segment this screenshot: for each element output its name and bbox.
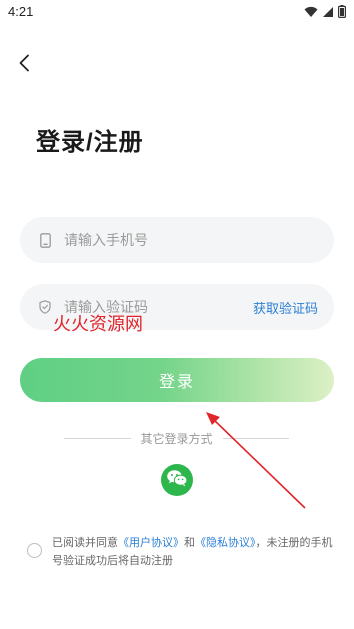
user-agreement-link[interactable]: 《用户协议》 xyxy=(118,537,184,549)
shield-icon xyxy=(38,299,52,315)
divider-line-right xyxy=(222,437,290,439)
other-login-label: 其它登录方式 xyxy=(140,431,213,446)
phone-icon xyxy=(38,232,52,248)
back-chevron-icon xyxy=(18,54,30,77)
login-button[interactable]: 登录 xyxy=(20,358,334,402)
privacy-policy-link[interactable]: 《隐私协议》 xyxy=(195,537,256,549)
agreement-checkbox[interactable] xyxy=(27,543,42,558)
divider-line-left xyxy=(64,437,131,439)
agreement-and: 和 xyxy=(184,537,195,549)
get-code-button[interactable]: 获取验证码 xyxy=(253,298,318,317)
page-title: 登录/注册 xyxy=(36,129,144,156)
agreement-text: 已阅读并同意《用户协议》和《隐私协议》，未注册的手机号验证成功后将自动注册 xyxy=(52,534,342,570)
watermark-text: 火火资源网 xyxy=(53,314,143,335)
status-time: 4:21 xyxy=(8,4,34,19)
other-login-divider: 其它登录方式 xyxy=(64,430,290,446)
battery-icon xyxy=(338,5,347,23)
status-bar: 4:21 xyxy=(0,0,354,26)
status-icons xyxy=(304,5,347,23)
wechat-login-button[interactable] xyxy=(161,464,193,496)
phone-input[interactable] xyxy=(64,232,334,248)
signal-icon xyxy=(322,5,334,23)
agreement-prefix: 已阅读并同意 xyxy=(52,537,118,549)
annotation-arrow-head xyxy=(206,412,220,425)
wechat-icon xyxy=(166,469,188,492)
wifi-icon xyxy=(304,5,318,23)
back-button[interactable] xyxy=(12,52,36,78)
phone-input-row[interactable] xyxy=(20,217,334,263)
